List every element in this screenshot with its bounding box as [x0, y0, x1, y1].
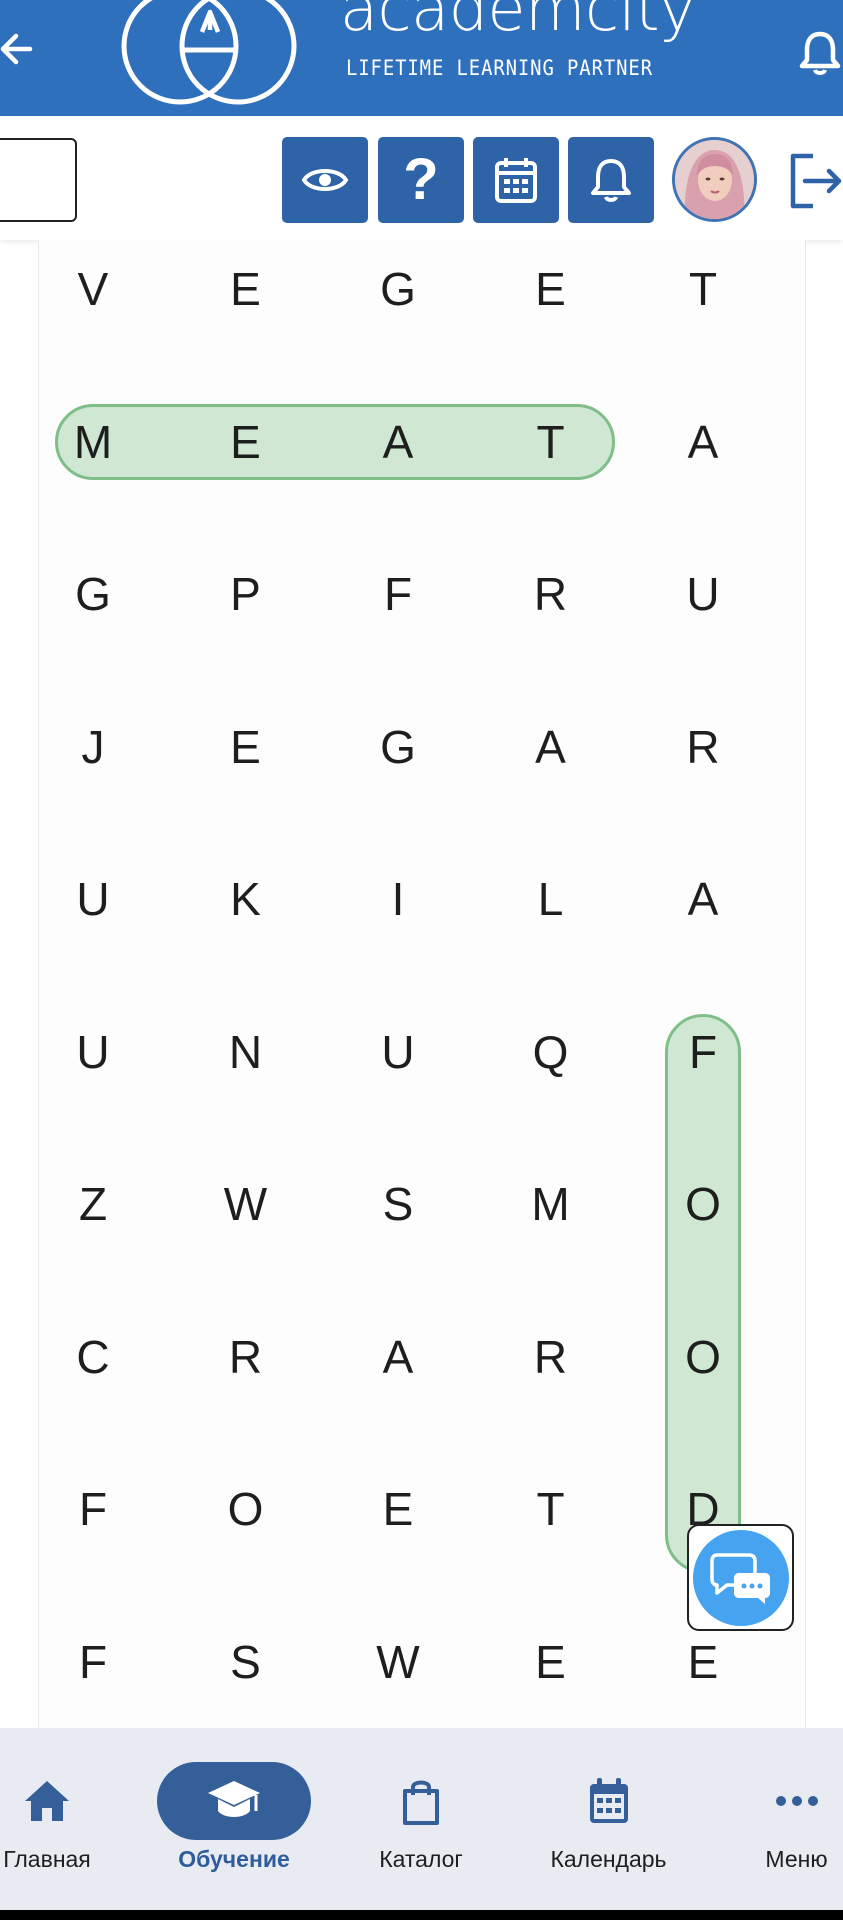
- grid-cell[interactable]: E: [206, 707, 286, 787]
- grid-cell[interactable]: W: [358, 1622, 438, 1702]
- grid-cell[interactable]: P: [206, 554, 286, 634]
- grid-cell[interactable]: L: [511, 859, 591, 939]
- logout-icon[interactable]: [787, 150, 843, 212]
- grid-cell[interactable]: F: [358, 554, 438, 634]
- grid-cell[interactable]: S: [206, 1622, 286, 1702]
- grid-cell[interactable]: A: [663, 859, 743, 939]
- grid-cell[interactable]: A: [663, 402, 743, 482]
- nav-label-learning: Обучение: [178, 1846, 290, 1872]
- nav-item-calendar[interactable]: Календарь: [536, 1728, 681, 1898]
- grid-cell[interactable]: V: [53, 249, 133, 329]
- grid-cell[interactable]: E: [511, 1622, 591, 1702]
- grid-cell[interactable]: F: [53, 1622, 133, 1702]
- grid-cell[interactable]: A: [358, 402, 438, 482]
- grid-cell[interactable]: A: [358, 1317, 438, 1397]
- eye-icon: [301, 169, 349, 191]
- grid-cell[interactable]: E: [511, 249, 591, 329]
- grid-cell[interactable]: Q: [511, 1012, 591, 1092]
- chat-bubble-background: [692, 1529, 789, 1626]
- grid-cell[interactable]: G: [358, 249, 438, 329]
- brand-tagline: LIFETIME LEARNING PARTNER: [346, 56, 653, 80]
- grid-cell[interactable]: T: [511, 1469, 591, 1549]
- notifications-button[interactable]: [568, 137, 654, 223]
- graduation-cap-icon: [208, 1781, 260, 1817]
- home-icon: [25, 1781, 69, 1821]
- word-search-grid[interactable]: VEGETMEATAGPFRUJEGARUKILAUNUQFZWSMOCRARO…: [38, 240, 806, 1728]
- grid-cell[interactable]: U: [53, 1012, 133, 1092]
- grid-cell[interactable]: R: [511, 1317, 591, 1397]
- shopping-bag-icon: [403, 1780, 439, 1825]
- question-icon: ?: [403, 147, 439, 212]
- grid-cell[interactable]: N: [206, 1012, 286, 1092]
- grid-cell[interactable]: A: [511, 707, 591, 787]
- grid-cell[interactable]: J: [53, 707, 133, 787]
- grid-cell[interactable]: G: [53, 554, 133, 634]
- grid-cell[interactable]: T: [663, 249, 743, 329]
- brand-name: academcity: [340, 0, 696, 45]
- app-header: academcity LIFETIME LEARNING PARTNER: [0, 0, 843, 116]
- nav-item-menu[interactable]: Меню: [750, 1728, 843, 1898]
- help-button[interactable]: ?: [378, 137, 464, 223]
- user-photo: [675, 140, 754, 219]
- grid-cell[interactable]: O: [663, 1317, 743, 1397]
- grid-cell[interactable]: O: [663, 1164, 743, 1244]
- nav-label-calendar: Календарь: [550, 1846, 667, 1872]
- calendar-icon: [589, 1778, 628, 1823]
- chat-bubbles-icon: [709, 1552, 770, 1604]
- grid-cell[interactable]: U: [358, 1012, 438, 1092]
- visibility-button[interactable]: [282, 137, 368, 223]
- grid-cell[interactable]: S: [358, 1164, 438, 1244]
- search-input[interactable]: [0, 138, 77, 222]
- grid-cell[interactable]: E: [663, 1622, 743, 1702]
- calendar-button[interactable]: [473, 137, 559, 223]
- arrow-left-icon[interactable]: [0, 26, 36, 72]
- grid-cell[interactable]: M: [53, 402, 133, 482]
- bell-icon[interactable]: [798, 26, 843, 76]
- grid-cell[interactable]: F: [53, 1469, 133, 1549]
- calendar-icon: [495, 158, 537, 203]
- grid-cell[interactable]: E: [358, 1469, 438, 1549]
- grid-cell[interactable]: F: [663, 1012, 743, 1092]
- grid-cell[interactable]: M: [511, 1164, 591, 1244]
- nav-label-menu: Меню: [765, 1846, 828, 1872]
- grid-cell[interactable]: R: [663, 707, 743, 787]
- nav-item-learning[interactable]: Обучение: [157, 1728, 311, 1898]
- grid-cell[interactable]: E: [206, 249, 286, 329]
- grid-cell[interactable]: C: [53, 1317, 133, 1397]
- grid-cell[interactable]: Z: [53, 1164, 133, 1244]
- avatar[interactable]: [672, 137, 757, 222]
- grid-cell[interactable]: K: [206, 859, 286, 939]
- nav-item-catalog[interactable]: Каталог: [366, 1728, 476, 1898]
- nav-active-indicator: [157, 1762, 311, 1840]
- grid-cell[interactable]: U: [663, 554, 743, 634]
- grid-cell[interactable]: G: [358, 707, 438, 787]
- nav-item-home[interactable]: Главная: [0, 1728, 100, 1898]
- grid-cell[interactable]: T: [511, 402, 591, 482]
- more-dots-icon: [775, 1796, 818, 1806]
- grid-cell[interactable]: R: [511, 554, 591, 634]
- grid-cell[interactable]: W: [206, 1164, 286, 1244]
- grid-cell[interactable]: R: [206, 1317, 286, 1397]
- bell-icon: [591, 159, 631, 202]
- grid-cell[interactable]: U: [53, 859, 133, 939]
- nav-label-catalog: Каталог: [379, 1846, 463, 1872]
- chat-button[interactable]: [687, 1524, 794, 1631]
- grid-cell[interactable]: I: [358, 859, 438, 939]
- academcity-logo: [121, 0, 297, 105]
- system-gesture-bar: [0, 1910, 843, 1920]
- nav-label-home: Главная: [3, 1846, 91, 1872]
- grid-cell[interactable]: O: [206, 1469, 286, 1549]
- grid-cell[interactable]: E: [206, 402, 286, 482]
